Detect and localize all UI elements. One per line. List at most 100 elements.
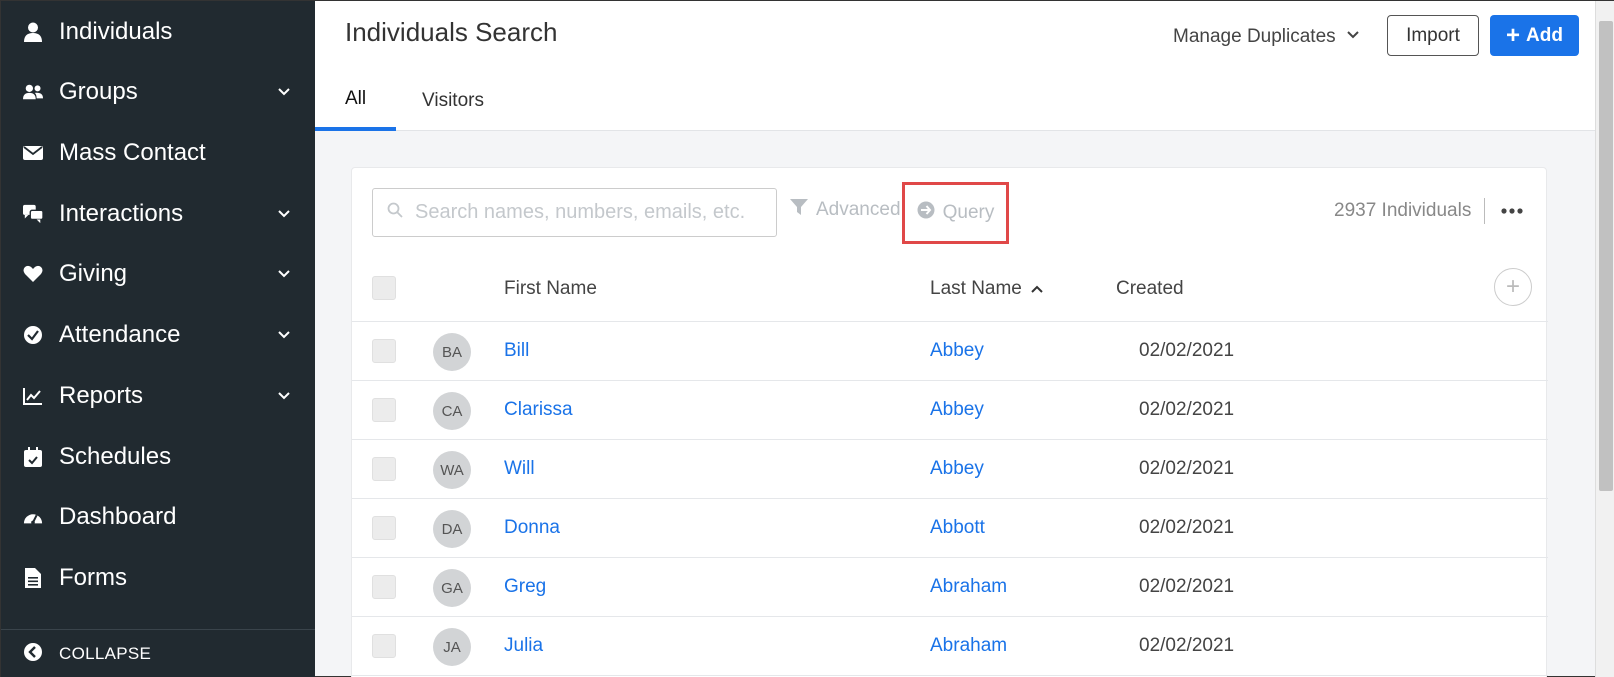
search-input[interactable] xyxy=(415,201,765,224)
tab-all[interactable]: All xyxy=(315,71,396,131)
import-button[interactable]: Import xyxy=(1387,15,1479,56)
last-name-link[interactable]: Abbott xyxy=(930,517,985,539)
column-header-last-name[interactable]: Last Name xyxy=(930,278,1044,300)
chart-line-icon xyxy=(23,386,43,406)
table-row: CA Clarissa Abbey 02/02/2021 xyxy=(352,381,1548,440)
table-row: DA Donna Abbott 02/02/2021 xyxy=(352,499,1548,558)
chevron-down-icon xyxy=(1336,26,1360,48)
advanced-filter-button[interactable]: Advanced xyxy=(790,198,901,222)
scrollbar-thumb[interactable] xyxy=(1599,21,1613,491)
users-icon xyxy=(23,82,43,102)
avatar: GA xyxy=(433,569,471,607)
collapse-label: COLLAPSE xyxy=(59,644,152,663)
chat-icon xyxy=(23,204,43,224)
collapse-button[interactable]: COLLAPSE xyxy=(1,629,315,677)
last-name-header-label: Last Name xyxy=(930,278,1022,299)
row-checkbox[interactable] xyxy=(372,398,396,422)
manage-duplicates-label: Manage Duplicates xyxy=(1173,26,1336,47)
created-date: 02/02/2021 xyxy=(1139,576,1235,597)
first-name-link[interactable]: Clarissa xyxy=(504,399,573,421)
row-checkbox[interactable] xyxy=(372,457,396,481)
table-header: First Name Last Name Created + xyxy=(352,254,1548,322)
first-name-link[interactable]: Greg xyxy=(504,576,546,598)
last-name-link[interactable]: Abraham xyxy=(930,635,1007,657)
search-box xyxy=(372,188,777,237)
sidebar-item-label: Attendance xyxy=(59,321,181,348)
advanced-label: Advanced xyxy=(816,199,901,220)
user-icon xyxy=(23,22,43,42)
calendar-icon xyxy=(23,447,43,467)
first-name-link[interactable]: Bill xyxy=(504,340,529,362)
chevron-down-icon xyxy=(277,389,291,403)
sidebar-item-attendance[interactable]: Attendance xyxy=(1,304,315,366)
chevron-left-circle-icon xyxy=(23,642,43,667)
filter-icon xyxy=(790,198,816,222)
arrow-right-circle-icon xyxy=(917,201,943,225)
individuals-count: 2937 Individuals xyxy=(1334,200,1472,221)
row-checkbox[interactable] xyxy=(372,339,396,363)
add-label: Add xyxy=(1526,24,1563,46)
check-circle-icon xyxy=(23,325,43,345)
row-checkbox[interactable] xyxy=(372,575,396,599)
manage-duplicates-dropdown[interactable]: Manage Duplicates xyxy=(1173,19,1360,55)
page-title: Individuals Search xyxy=(345,17,558,47)
page-header: Individuals Search Manage Duplicates Imp… xyxy=(315,1,1595,131)
created-date: 02/02/2021 xyxy=(1139,399,1235,420)
sidebar-item-reports[interactable]: Reports xyxy=(1,365,315,427)
gauge-icon xyxy=(23,507,43,527)
created-date: 02/02/2021 xyxy=(1139,458,1235,479)
tab-visitors[interactable]: Visitors xyxy=(405,71,501,131)
sidebar-item-label: Giving xyxy=(59,260,128,287)
more-options-icon[interactable] xyxy=(1497,196,1527,226)
heart-icon xyxy=(23,264,43,284)
plus-icon: + xyxy=(1505,273,1520,300)
column-header-first-name[interactable]: First Name xyxy=(504,278,597,300)
chevron-down-icon xyxy=(277,207,291,221)
sidebar-item-giving[interactable]: Giving xyxy=(1,243,315,305)
sidebar-item-label: Interactions xyxy=(59,200,184,227)
sidebar-item-individuals[interactable]: Individuals xyxy=(1,1,315,63)
first-name-link[interactable]: Donna xyxy=(504,517,560,539)
row-checkbox[interactable] xyxy=(372,516,396,540)
sidebar-item-label: Mass Contact xyxy=(59,139,206,166)
plus-icon: + xyxy=(1506,21,1521,49)
sidebar-item-groups[interactable]: Groups xyxy=(1,61,315,123)
avatar: DA xyxy=(433,510,471,548)
add-column-button[interactable]: + xyxy=(1494,268,1532,306)
query-label: Query xyxy=(942,202,995,223)
sidebar-item-forms[interactable]: Forms xyxy=(1,547,315,609)
query-button[interactable]: Query xyxy=(902,182,1009,244)
chevron-down-icon xyxy=(277,85,291,99)
table-row: WA Will Abbey 02/02/2021 xyxy=(352,440,1548,499)
created-date: 02/02/2021 xyxy=(1139,517,1235,538)
add-button[interactable]: + Add xyxy=(1490,15,1579,56)
document-icon xyxy=(23,568,43,588)
last-name-link[interactable]: Abraham xyxy=(930,576,1007,598)
sidebar-item-label: Groups xyxy=(59,78,138,105)
sidebar-item-schedules[interactable]: Schedules xyxy=(1,426,315,488)
chevron-down-icon xyxy=(277,267,291,281)
sidebar: Individuals Groups Mass Contact Interact… xyxy=(1,1,315,677)
last-name-link[interactable]: Abbey xyxy=(930,399,984,421)
last-name-link[interactable]: Abbey xyxy=(930,458,984,480)
column-header-created[interactable]: Created xyxy=(1116,278,1184,300)
sidebar-item-label: Reports xyxy=(59,382,144,409)
created-date: 02/02/2021 xyxy=(1139,635,1235,656)
sidebar-item-interactions[interactable]: Interactions xyxy=(1,183,315,245)
sidebar-item-label: Schedules xyxy=(59,443,172,470)
select-all-checkbox[interactable] xyxy=(372,276,396,300)
sidebar-item-label: Dashboard xyxy=(59,503,177,530)
first-name-link[interactable]: Will xyxy=(504,458,535,480)
row-checkbox[interactable] xyxy=(372,634,396,658)
sidebar-item-dashboard[interactable]: Dashboard xyxy=(1,486,315,548)
created-date: 02/02/2021 xyxy=(1139,340,1235,361)
page-scrollbar[interactable] xyxy=(1595,1,1614,677)
avatar: BA xyxy=(433,333,471,371)
individuals-card: Advanced Query 2937 Individuals First Na… xyxy=(351,167,1548,677)
table-row: JA Julia Abraham 02/02/2021 xyxy=(352,617,1548,676)
sidebar-item-mass-contact[interactable]: Mass Contact xyxy=(1,122,315,184)
first-name-link[interactable]: Julia xyxy=(504,635,543,657)
sidebar-item-label: Individuals xyxy=(59,18,173,45)
last-name-link[interactable]: Abbey xyxy=(930,340,984,362)
avatar: CA xyxy=(433,392,471,430)
